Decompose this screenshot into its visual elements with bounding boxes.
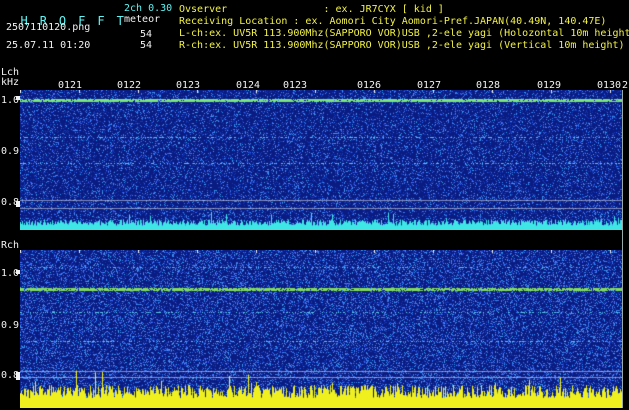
- lch-tick-0-9: 0.9: [1, 146, 20, 157]
- rch-label: Rch: [1, 240, 20, 251]
- rch-bottom-marker: [16, 372, 20, 380]
- right-divider: [622, 90, 623, 408]
- lch-spectrogram-canvas: [20, 90, 623, 230]
- count-rch: 54: [140, 40, 153, 51]
- location-info: Receiving Location : ex. Aomori City Aom…: [179, 16, 607, 27]
- observer-info: Ovserver : ex. JR7CYX [ kid ]: [179, 4, 444, 15]
- rch-description: R-ch:ex. UV5R 113.900Mhz(SAPPORO VOR)USB…: [179, 40, 625, 51]
- lch-waterfall: [20, 90, 623, 230]
- rch-waterfall: [20, 250, 623, 408]
- filename-label: 2507110120.png: [6, 22, 91, 33]
- title-letter: T: [116, 14, 124, 28]
- lch-bottom-marker: [16, 201, 20, 207]
- lch-description: L-ch:ex. UV5R 113.900Mhz(SAPPORO VOR)USB…: [179, 28, 629, 39]
- version-label: 2ch 0.30: [124, 3, 173, 14]
- rch-tick-0-9: 0.9: [1, 320, 20, 331]
- lch-top-marker: [16, 96, 20, 100]
- title-letter: F: [97, 14, 105, 28]
- mode-label: meteor: [124, 14, 161, 25]
- lch-unit-label: kHz: [1, 77, 20, 88]
- count-lch: 54: [140, 29, 153, 40]
- datetime-label: 25.07.11 01:20: [6, 40, 91, 51]
- rch-top-marker: [16, 270, 20, 274]
- rch-spectrogram-canvas: [20, 250, 623, 408]
